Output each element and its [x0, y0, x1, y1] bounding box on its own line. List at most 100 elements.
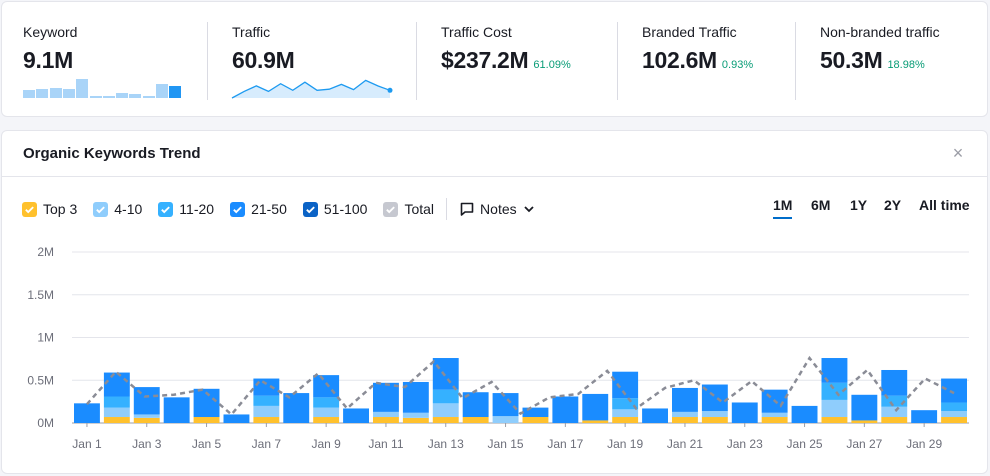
y-tick-label: 1.5M	[27, 288, 54, 302]
bar-segment	[103, 396, 130, 408]
bar-segment	[941, 402, 967, 412]
bar-segment	[672, 417, 698, 423]
legend-total[interactable]: Total	[383, 201, 434, 217]
bar-segment	[522, 407, 549, 418]
bar-segment	[313, 417, 340, 423]
bar-segment	[253, 378, 280, 396]
y-tick-label: 2M	[37, 245, 54, 259]
sparkline-bar	[76, 79, 89, 98]
range-all-time[interactable]: All time	[919, 197, 970, 213]
bar-segment	[253, 395, 280, 406]
traffic-cost-metric[interactable]: Traffic Cost $237.2M 61.09%	[441, 2, 611, 118]
chevron-down-icon	[523, 206, 534, 213]
legend-label: Top 3	[43, 201, 78, 217]
legend-51-100[interactable]: 51-100	[302, 201, 368, 217]
notes-dropdown[interactable]: Notes	[459, 201, 541, 217]
bar-segment	[432, 403, 459, 418]
bar-segment	[821, 399, 848, 418]
bar-segment	[133, 414, 160, 418]
keyword-sparkline	[23, 78, 183, 98]
metric-value: 102.6M 0.93%	[642, 47, 754, 73]
bar-segment	[761, 417, 788, 423]
checkbox-icon[interactable]	[93, 201, 109, 217]
bar-segment	[522, 417, 549, 423]
close-icon[interactable]: ×	[949, 144, 967, 162]
legend-label: 21-50	[251, 201, 287, 217]
legend-top3[interactable]: Top 3	[22, 201, 77, 217]
bar-segment	[313, 375, 340, 398]
bar-segment	[432, 389, 459, 404]
bar-segment	[253, 405, 280, 418]
legend-11-20[interactable]: 11-20	[158, 201, 214, 217]
bar-segment	[313, 397, 340, 408]
y-tick-label: 0M	[37, 416, 54, 430]
bar-segment	[402, 412, 429, 418]
legend-4-10[interactable]: 4-10	[93, 201, 142, 217]
bar-segment	[552, 396, 579, 423]
comment-icon	[460, 202, 474, 216]
x-tick-label: Jan 15	[488, 437, 524, 451]
bar-segment	[881, 406, 908, 418]
branded-traffic-metric[interactable]: Branded Traffic 102.6M 0.93%	[642, 2, 792, 118]
checkbox-icon[interactable]	[302, 201, 318, 217]
checkbox-icon[interactable]	[383, 201, 399, 217]
sparkline-bar	[102, 95, 115, 98]
x-tick-label: Jan 27	[846, 437, 882, 451]
sparkline-bar	[169, 85, 182, 98]
x-tick-label: Jan 7	[252, 437, 282, 451]
bar-segment	[343, 408, 369, 423]
legend-label: 4-10	[114, 201, 143, 217]
bar-segment	[103, 372, 130, 397]
bar-segment	[761, 412, 788, 418]
legend-label: 51-100	[323, 201, 368, 217]
bar-segment	[701, 417, 728, 423]
bar-segment	[163, 397, 190, 423]
bar-segment	[612, 409, 639, 418]
divider	[416, 22, 417, 100]
bar-segment	[672, 387, 698, 412]
legend-21-50[interactable]: 21-50	[230, 201, 287, 217]
metric-label: Traffic	[232, 24, 271, 40]
range-1m[interactable]: 1M	[773, 197, 793, 219]
x-tick-label: Jan 23	[727, 437, 763, 451]
bar-segment	[402, 417, 429, 423]
sparkline-bar	[129, 94, 142, 98]
notes-label: Notes	[480, 201, 517, 217]
metric-label: Branded Traffic	[642, 24, 737, 40]
divider	[2, 176, 987, 177]
checkbox-icon[interactable]	[230, 201, 246, 217]
range-2y[interactable]: 2Y	[884, 197, 901, 213]
bar-segment	[911, 410, 938, 423]
non-branded-traffic-metric[interactable]: Non-branded traffic 50.3M 18.98%	[820, 2, 980, 118]
bar-segment	[432, 358, 459, 390]
traffic-metric[interactable]: Traffic 60.9M	[231, 2, 402, 118]
checkbox-icon[interactable]	[158, 201, 174, 217]
bar-segment	[701, 411, 728, 418]
x-tick-label: Jan 9	[311, 437, 341, 451]
metric-percent: 0.93%	[721, 59, 754, 71]
x-tick-label: Jan 21	[667, 437, 703, 451]
divider	[795, 22, 796, 100]
checkbox-icon[interactable]	[22, 201, 37, 217]
range-6m[interactable]: 6M	[811, 197, 830, 213]
bar-segment	[642, 408, 668, 423]
bar-segment	[74, 403, 100, 423]
x-tick-label: Jan 13	[428, 437, 464, 451]
bar-segment	[881, 369, 908, 396]
sparkline-bar	[89, 96, 102, 98]
bar-segment	[941, 411, 967, 418]
sparkline-area	[232, 80, 390, 98]
divider	[207, 22, 208, 100]
bar-segment	[492, 416, 519, 423]
bar-segment	[612, 417, 639, 423]
keyword-metric[interactable]: Keyword 9.1M	[23, 2, 193, 118]
metrics-card: Keyword 9.1M Traffic 60.9M Traffic Cost …	[1, 1, 988, 117]
x-tick-label: Jan 17	[547, 437, 583, 451]
bar-segment	[373, 417, 399, 423]
metric-percent: 61.09%	[533, 59, 571, 71]
metric-value: 60.9M	[232, 47, 295, 73]
legend-label: 11-20	[179, 201, 215, 217]
sparkline-bar	[156, 83, 168, 98]
range-1y[interactable]: 1Y	[850, 197, 867, 213]
bar-segment	[432, 417, 459, 423]
